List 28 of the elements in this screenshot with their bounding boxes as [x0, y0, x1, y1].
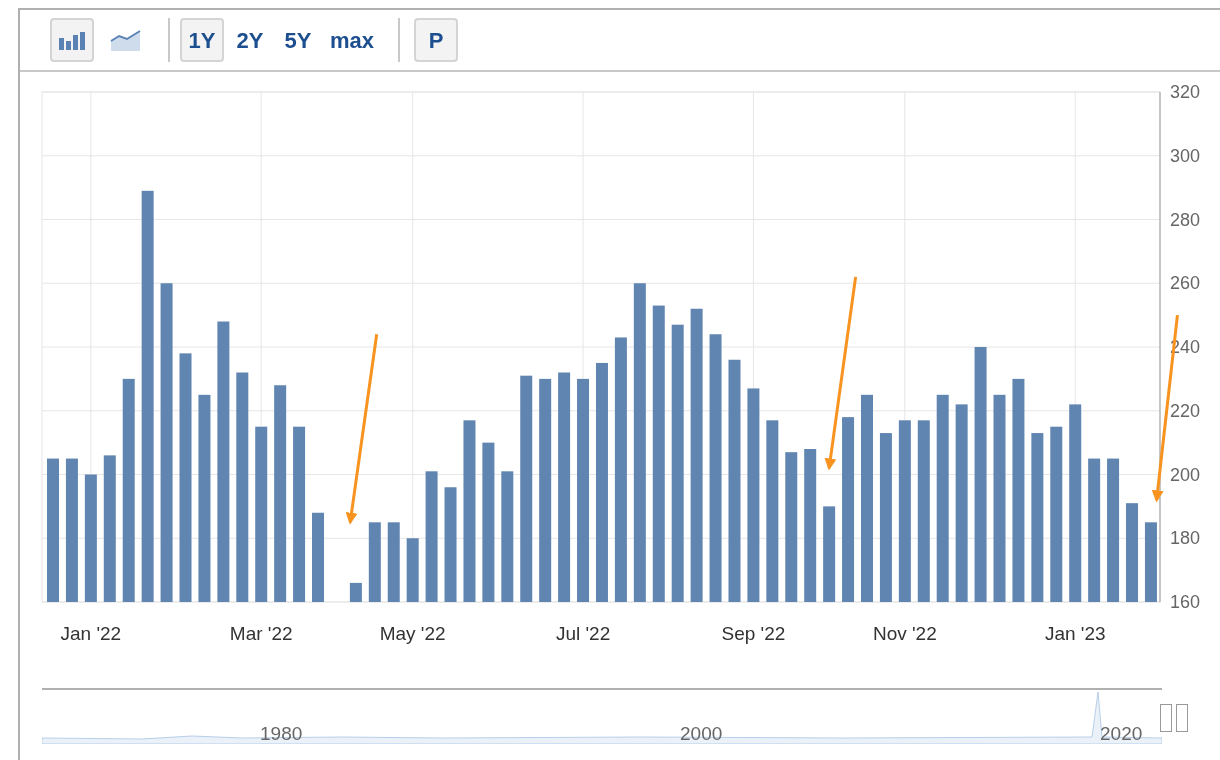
navigator-year-label: 1980	[260, 722, 303, 746]
navigator-year-label: 2020	[1100, 722, 1143, 746]
time-range-button[interactable]: max	[324, 18, 381, 62]
bar-chart-icon	[57, 30, 87, 50]
y-axis-label: 220	[1170, 400, 1201, 421]
x-axis-label: May '22	[379, 623, 446, 644]
navigator-year-label: 2000	[680, 722, 723, 746]
x-axis-label: Jan '23	[1044, 623, 1106, 644]
time-range-button[interactable]: 5Y	[276, 18, 320, 62]
bar-chart-button[interactable]	[50, 18, 94, 62]
y-axis-label: 320	[1170, 82, 1201, 102]
y-axis-label: 200	[1170, 464, 1201, 485]
area-chart-icon	[110, 29, 142, 51]
y-axis-label: 280	[1170, 209, 1201, 230]
x-axis-label: Sep '22	[721, 623, 786, 644]
range-handle[interactable]	[1176, 704, 1188, 732]
y-axis-label: 180	[1170, 528, 1201, 549]
p-button[interactable]: P	[414, 18, 459, 62]
x-axis-label: Nov '22	[872, 623, 937, 644]
y-axis-label: 260	[1170, 273, 1201, 294]
x-axis-label: Jul '22	[555, 623, 611, 644]
time-range-button[interactable]: 1Y	[180, 18, 224, 62]
range-handle[interactable]	[1160, 704, 1172, 732]
y-axis-label: 160	[1170, 592, 1201, 612]
y-axis-label: 300	[1170, 145, 1201, 166]
x-axis-label: Mar '22	[229, 623, 293, 644]
x-axis-label: Jan '22	[60, 623, 122, 644]
time-range-button[interactable]: 2Y	[228, 18, 272, 62]
